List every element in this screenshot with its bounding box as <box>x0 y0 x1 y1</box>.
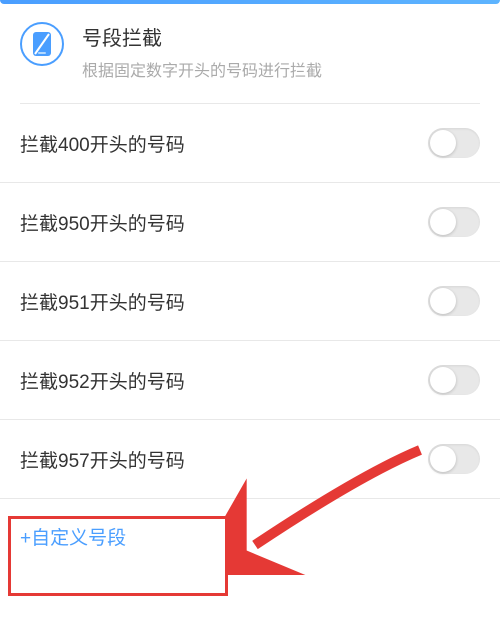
toggle-switch[interactable] <box>428 128 480 158</box>
list-item-label: 拦截957开头的号码 <box>20 446 185 473</box>
list-item-label: 拦截950开头的号码 <box>20 209 185 236</box>
prefix-list: 拦截400开头的号码 拦截950开头的号码 拦截951开头的号码 拦截952开头… <box>0 104 500 499</box>
list-item: 拦截950开头的号码 <box>0 183 500 262</box>
toggle-switch[interactable] <box>428 286 480 316</box>
add-custom-prefix-label: +自定义号段 <box>20 528 126 549</box>
toggle-switch[interactable] <box>428 444 480 474</box>
list-item: 拦截952开头的号码 <box>0 341 500 420</box>
toggle-switch[interactable] <box>428 365 480 395</box>
toggle-switch[interactable] <box>428 207 480 237</box>
list-item: 拦截951开头的号码 <box>0 262 500 341</box>
list-item-label: 拦截952开头的号码 <box>20 367 185 394</box>
header-text-group: 号段拦截 根据固定数字开头的号码进行拦截 <box>82 22 322 81</box>
section-header: 号段拦截 根据固定数字开头的号码进行拦截 <box>0 4 500 103</box>
prefix-block-icon <box>20 22 64 66</box>
settings-panel: 号段拦截 根据固定数字开头的号码进行拦截 拦截400开头的号码 拦截950开头的… <box>0 0 500 640</box>
list-item-label: 拦截400开头的号码 <box>20 130 185 157</box>
header-title: 号段拦截 <box>82 22 322 51</box>
header-subtitle: 根据固定数字开头的号码进行拦截 <box>82 57 322 81</box>
add-custom-prefix-button[interactable]: +自定义号段 <box>0 499 500 574</box>
list-item: 拦截400开头的号码 <box>0 104 500 183</box>
list-item-label: 拦截951开头的号码 <box>20 288 185 315</box>
list-item: 拦截957开头的号码 <box>0 420 500 499</box>
